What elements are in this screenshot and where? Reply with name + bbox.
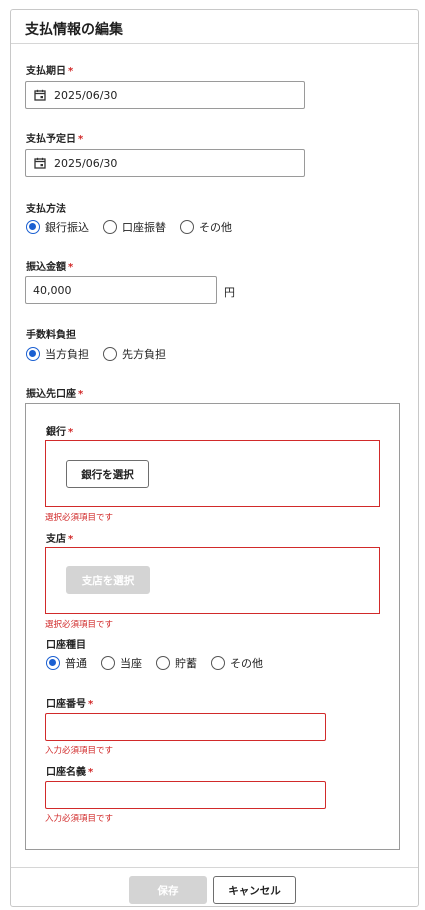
amount-label: 振込金額 * (26, 258, 73, 273)
radio-unselected-icon[interactable] (211, 656, 225, 670)
payment-planned-value: 2025/06/30 (54, 156, 118, 170)
radio-unselected-icon[interactable] (101, 656, 115, 670)
required-mark: * (68, 66, 74, 77)
option-label: その他 (230, 657, 263, 670)
save-button[interactable]: 保存 (129, 876, 207, 904)
option-label: 普通 (65, 657, 87, 670)
amount-label-text: 振込金額 (26, 262, 66, 273)
option-label: 当方負担 (45, 348, 89, 361)
fee-bearer-radio-group: 当方負担 先方負担 (26, 346, 180, 362)
payment-method-radio-group: 銀行振込 口座振替 その他 (26, 219, 246, 235)
option-label: 銀行振込 (45, 221, 89, 234)
destination-label: 振込先口座 * (26, 385, 83, 400)
fee-bearer-option-ours[interactable]: 当方負担 (26, 346, 89, 362)
account-name-label-text: 口座名義 (46, 767, 86, 778)
account-number-input[interactable] (45, 713, 326, 741)
required-mark: * (68, 427, 74, 438)
branch-label-text: 支店 (46, 534, 66, 545)
radio-unselected-icon[interactable] (156, 656, 170, 670)
radio-selected-icon[interactable] (26, 347, 40, 361)
option-label: その他 (199, 221, 232, 234)
payment-method-option-other[interactable]: その他 (180, 219, 232, 235)
calendar-icon (34, 157, 46, 169)
account-number-label-text: 口座番号 (46, 699, 86, 710)
amount-unit: 円 (224, 286, 235, 299)
footer-divider (11, 867, 418, 868)
fee-bearer-option-theirs[interactable]: 先方負担 (103, 346, 166, 362)
payment-method-label: 支払方法 (26, 204, 66, 215)
bank-error-message: 選択必須項目です (45, 513, 114, 523)
cancel-button[interactable]: キャンセル (213, 876, 296, 904)
account-type-option-savings[interactable]: 貯蓄 (156, 655, 197, 671)
account-type-radio-group: 普通 当座 貯蓄 その他 (46, 655, 277, 671)
required-mark: * (68, 534, 74, 545)
account-type-option-ordinary[interactable]: 普通 (46, 655, 87, 671)
select-branch-button[interactable]: 支店を選択 (66, 566, 150, 594)
required-mark: * (88, 767, 94, 778)
payment-due-label-text: 支払期日 (26, 66, 66, 77)
account-number-label: 口座番号 * (46, 695, 93, 710)
bank-label-text: 銀行 (46, 427, 66, 438)
option-label: 先方負担 (122, 348, 166, 361)
payment-planned-label-text: 支払予定日 (26, 134, 76, 145)
payment-method-option-direct-debit[interactable]: 口座振替 (103, 219, 166, 235)
required-mark: * (78, 389, 84, 400)
fee-bearer-label: 手数料負担 (26, 330, 76, 341)
payment-due-field[interactable]: 2025/06/30 (25, 81, 305, 109)
account-number-error-message: 入力必須項目です (45, 746, 114, 756)
payment-method-option-bank-transfer[interactable]: 銀行振込 (26, 219, 89, 235)
payment-due-value: 2025/06/30 (54, 88, 118, 102)
account-type-option-other[interactable]: その他 (211, 655, 263, 671)
bank-label: 銀行 * (46, 423, 73, 438)
required-mark: * (78, 134, 84, 145)
radio-unselected-icon[interactable] (180, 220, 194, 234)
required-mark: * (88, 699, 94, 710)
destination-label-text: 振込先口座 (26, 389, 76, 400)
radio-selected-icon[interactable] (46, 656, 60, 670)
account-name-input[interactable] (45, 781, 326, 809)
select-bank-button[interactable]: 銀行を選択 (66, 460, 149, 488)
amount-input[interactable]: 40,000 (25, 276, 217, 304)
account-type-label: 口座種目 (46, 640, 86, 651)
option-label: 口座振替 (122, 221, 166, 234)
branch-label: 支店 * (46, 530, 73, 545)
option-label: 当座 (120, 657, 142, 670)
amount-value: 40,000 (33, 283, 72, 297)
payment-planned-field[interactable]: 2025/06/30 (25, 149, 305, 177)
account-name-label: 口座名義 * (46, 763, 93, 778)
radio-selected-icon[interactable] (26, 220, 40, 234)
branch-error-message: 選択必須項目です (45, 620, 114, 630)
page-title: 支払情報の編集 (11, 10, 418, 44)
option-label: 貯蓄 (175, 657, 197, 670)
account-name-error-message: 入力必須項目です (45, 814, 114, 824)
calendar-icon (34, 89, 46, 101)
radio-unselected-icon[interactable] (103, 220, 117, 234)
payment-due-label: 支払期日 * (26, 62, 73, 77)
required-mark: * (68, 262, 74, 273)
account-type-option-current[interactable]: 当座 (101, 655, 142, 671)
payment-planned-label: 支払予定日 * (26, 130, 83, 145)
radio-unselected-icon[interactable] (103, 347, 117, 361)
